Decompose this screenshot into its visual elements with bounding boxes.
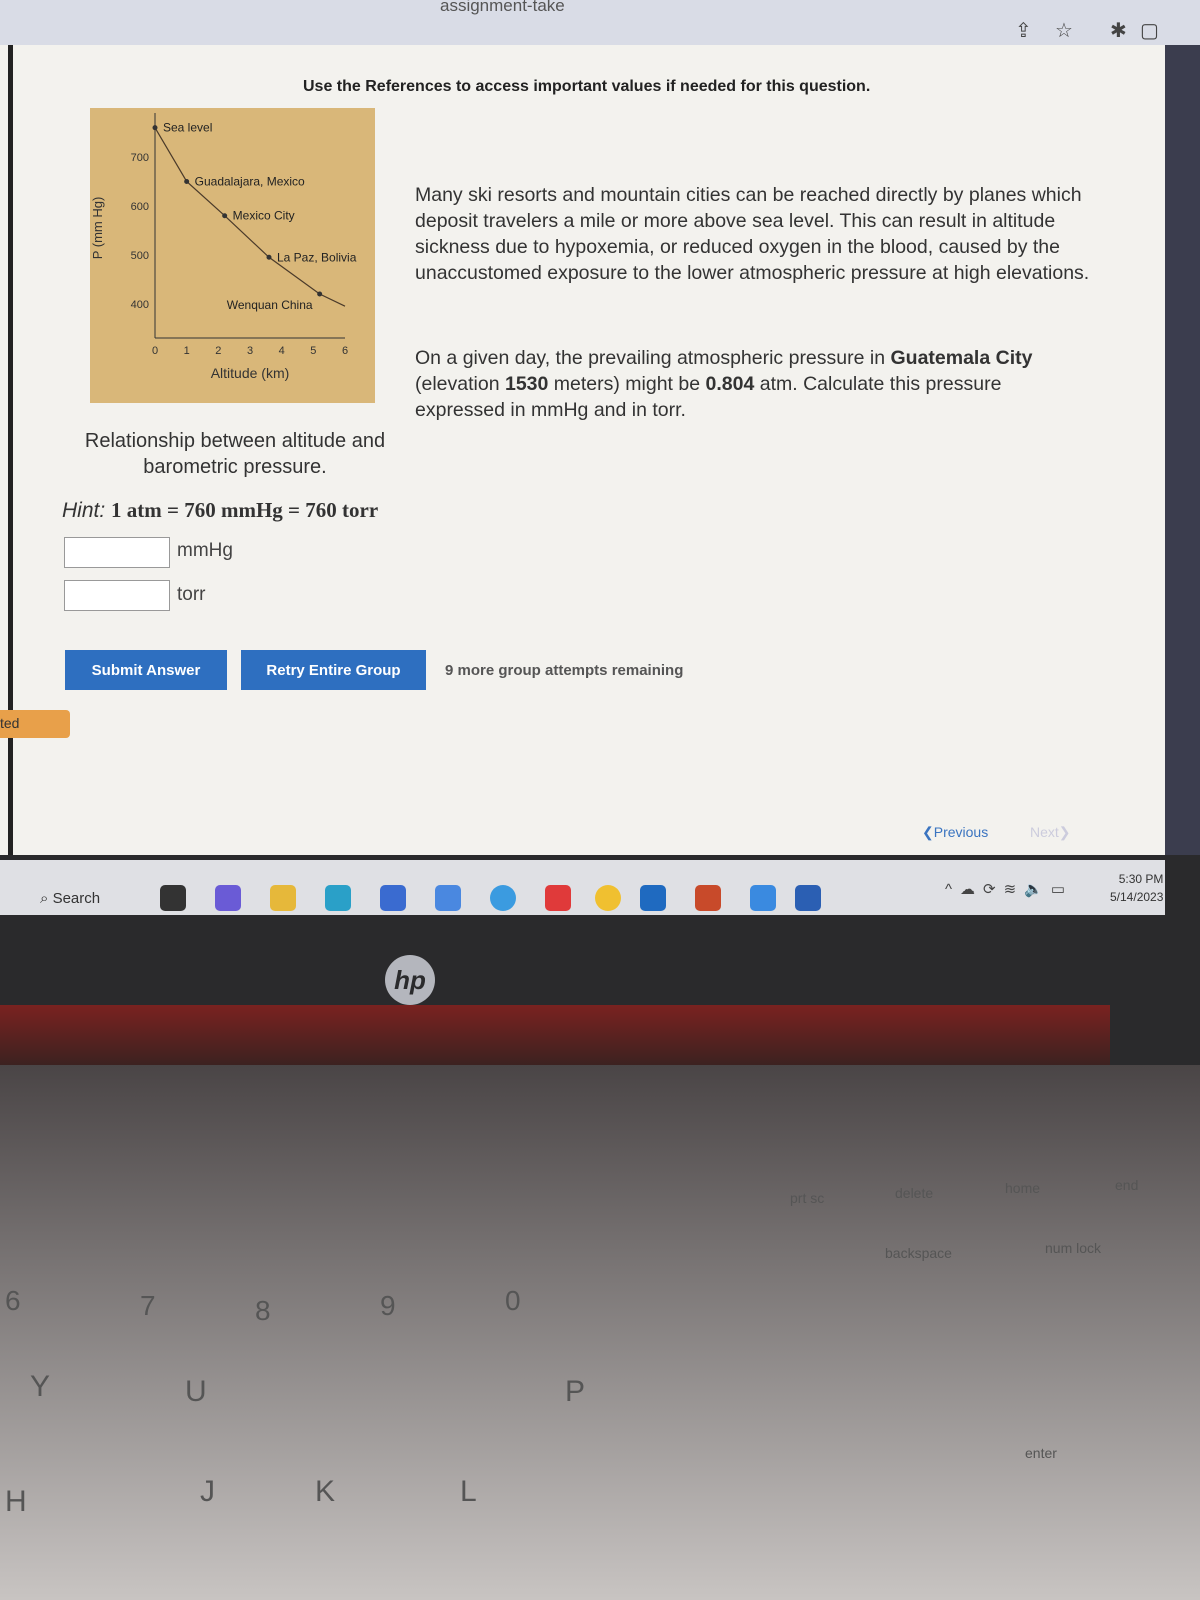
retry-group-button[interactable]: Retry Entire Group xyxy=(241,650,426,690)
data-point xyxy=(266,254,272,260)
window-icon[interactable]: ▢ xyxy=(1140,18,1159,43)
laptop-bezel xyxy=(0,1005,1110,1065)
scrollbar[interactable] xyxy=(1165,45,1200,855)
clock[interactable]: 5:30 PM 5/14/2023 xyxy=(1110,870,1163,906)
chevron-left-icon: ❮ xyxy=(922,824,934,840)
battery-icon: ▭ xyxy=(1050,881,1074,898)
data-point xyxy=(317,291,323,297)
key-backspace[interactable]: backspace xyxy=(885,1245,952,1261)
key-prtsc[interactable]: prt sc xyxy=(790,1190,824,1206)
key-enter[interactable]: enter xyxy=(1025,1445,1057,1461)
submit-answer-button[interactable]: Submit Answer xyxy=(65,650,227,690)
previous-button[interactable]: ❮Previous xyxy=(922,824,988,841)
question-paragraph-2: On a given day, the prevailing atmospher… xyxy=(415,347,1033,421)
file-explorer-icon[interactable] xyxy=(270,885,296,911)
point-label: Guadalajara, Mexico xyxy=(195,174,305,188)
y-axis-label: P (mm Hg) xyxy=(90,197,105,260)
key-l[interactable]: L xyxy=(460,1475,477,1509)
key-j[interactable]: J xyxy=(200,1475,215,1509)
key-delete[interactable]: delete xyxy=(895,1185,933,1201)
data-point xyxy=(152,125,158,131)
key-9[interactable]: 9 xyxy=(380,1290,396,1322)
point-label: Sea level xyxy=(163,121,212,135)
references-notice: Use the References to access important v… xyxy=(303,78,871,95)
x-tick-label: 3 xyxy=(247,345,253,357)
teams-icon[interactable] xyxy=(215,885,241,911)
point-label: Wenquan China xyxy=(227,298,313,312)
key-end[interactable]: end xyxy=(1115,1177,1138,1193)
sync-icon: ⟳ xyxy=(983,881,1004,898)
keyboard: prt sc delete home end backspace num loc… xyxy=(0,1065,1200,1600)
taskbar-search[interactable]: ⌕ Search xyxy=(40,890,100,907)
bookmark-star-icon[interactable]: ☆ xyxy=(1055,18,1073,43)
store-icon[interactable] xyxy=(380,885,406,911)
wifi-icon: ≋ xyxy=(1003,881,1025,898)
task-view-icon[interactable] xyxy=(160,885,186,911)
search-icon: ⌕ xyxy=(40,890,49,907)
key-8[interactable]: 8 xyxy=(255,1295,271,1327)
mcafee-icon[interactable] xyxy=(435,885,461,911)
mail-icon[interactable] xyxy=(545,885,571,911)
key-6[interactable]: 6 xyxy=(5,1285,21,1317)
chrome-icon[interactable] xyxy=(595,885,621,911)
x-tick-label: 0 xyxy=(152,345,158,357)
powerpoint-icon[interactable] xyxy=(695,885,721,911)
key-home[interactable]: home xyxy=(1005,1180,1040,1196)
hp-logo: hp xyxy=(385,955,435,1005)
x-tick-label: 5 xyxy=(310,345,316,357)
side-tab[interactable]: ted xyxy=(0,710,70,738)
share-icon[interactable]: ⇪ xyxy=(1015,18,1032,43)
volume-icon: 🔈 xyxy=(1024,881,1051,898)
altitude-pressure-chart: 0 1 2 3 4 5 6 400 500 600 700 Altitude (km) P (mm Hg… xyxy=(90,108,375,403)
edge-icon[interactable] xyxy=(325,885,351,911)
key-k[interactable]: K xyxy=(315,1475,335,1509)
key-y[interactable]: Y xyxy=(30,1370,50,1404)
data-point xyxy=(222,213,228,219)
chevron-right-icon: ❯ xyxy=(1058,824,1071,840)
key-7[interactable]: 7 xyxy=(140,1290,156,1322)
torr-input[interactable] xyxy=(64,580,170,611)
point-label: La Paz, Bolivia xyxy=(277,250,357,264)
chart-caption: Relationship between altitude and barome… xyxy=(84,430,386,478)
address-bar[interactable]: assignment-take xyxy=(440,0,565,16)
key-h[interactable]: H xyxy=(5,1485,27,1519)
y-tick-label: 600 xyxy=(131,201,149,213)
attempts-remaining: 9 more group attempts remaining xyxy=(445,662,684,679)
browser-toolbar: assignment-take ⇪ ☆ ✱ ▢ xyxy=(0,0,1200,45)
mmhg-input[interactable] xyxy=(64,537,170,568)
x-tick-label: 2 xyxy=(215,345,221,357)
torr-unit-label: torr xyxy=(177,584,206,605)
x-tick-label: 4 xyxy=(279,345,285,357)
y-tick-label: 700 xyxy=(131,152,149,164)
next-button[interactable]: Next❯ xyxy=(1030,824,1071,841)
key-0[interactable]: 0 xyxy=(505,1285,521,1317)
copilot-icon[interactable] xyxy=(750,885,776,911)
key-p[interactable]: P xyxy=(565,1375,585,1409)
system-tray[interactable]: ^☁⟳≋🔈▭ xyxy=(945,880,1073,898)
key-numlock[interactable]: num lock xyxy=(1045,1240,1101,1256)
chevron-up-icon: ^ xyxy=(945,881,961,898)
mmhg-unit-label: mmHg xyxy=(177,540,233,561)
extensions-icon[interactable]: ✱ xyxy=(1110,18,1127,43)
x-tick-label: 6 xyxy=(342,345,348,357)
data-point xyxy=(184,178,190,184)
x-axis-label: Altitude (km) xyxy=(211,365,290,381)
key-u[interactable]: U xyxy=(185,1375,207,1409)
cloud-icon: ☁ xyxy=(960,881,984,898)
hint: Hint: 1 atm = 760 mmHg = 760 torr xyxy=(62,498,379,522)
word-icon[interactable] xyxy=(795,885,821,911)
x-tick-label: 1 xyxy=(184,345,190,357)
outlook-icon[interactable] xyxy=(640,885,666,911)
question-paragraph-1: Many ski resorts and mountain cities can… xyxy=(415,184,1090,284)
y-tick-label: 500 xyxy=(131,250,149,262)
app-icon[interactable] xyxy=(490,885,516,911)
point-label: Mexico City xyxy=(233,209,295,223)
y-tick-label: 400 xyxy=(131,299,149,311)
